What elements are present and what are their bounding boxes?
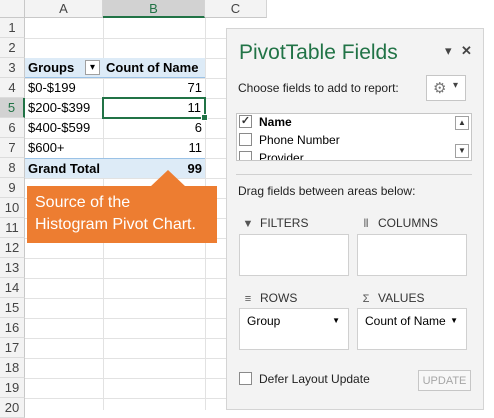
gridline: [25, 278, 230, 279]
rows-area-label: ≡ ROWS: [241, 291, 298, 305]
columns-drop-area[interactable]: [357, 234, 467, 276]
field-item-name[interactable]: ✓ Name: [239, 114, 292, 131]
defer-layout-label: Defer Layout Update: [259, 372, 370, 386]
row-header[interactable]: 4: [0, 78, 25, 98]
filters-area-label: ▼ FILTERS: [241, 216, 309, 230]
gridline: [25, 338, 230, 339]
row-header[interactable]: 14: [0, 278, 25, 298]
rows-drop-area[interactable]: Group ▼: [239, 308, 349, 350]
field-list: ✓ Name Phone Number Provider ▲ ▼: [236, 113, 472, 161]
scroll-up-icon[interactable]: ▲: [455, 116, 469, 130]
filter-icon: ▼: [242, 218, 254, 230]
row-header[interactable]: 5: [0, 98, 25, 118]
rows-label-text: ROWS: [260, 291, 298, 305]
row-header[interactable]: 12: [0, 238, 25, 258]
grand-total-label[interactable]: Grand Total: [25, 158, 103, 178]
pivot-row-label[interactable]: $0-$199: [25, 78, 103, 98]
values-drop-area[interactable]: Count of Name ▼: [357, 308, 467, 350]
columns-area-label: ⦀ COLUMNS: [359, 216, 438, 231]
field-item-provider[interactable]: Provider: [239, 149, 304, 161]
pivot-header-count[interactable]: Count of Name: [103, 58, 205, 78]
pivot-row-label[interactable]: $400-$599: [25, 118, 103, 138]
pane-options-dropdown-icon[interactable]: ▾: [445, 43, 452, 59]
pivot-row-value[interactable]: 6: [103, 118, 205, 138]
column-header-a[interactable]: A: [25, 0, 103, 18]
pivot-header-groups-label: Groups: [28, 60, 75, 75]
update-button[interactable]: UPDATE: [418, 370, 471, 391]
field-label: Name: [259, 115, 292, 129]
sigma-icon: Σ: [362, 293, 370, 305]
column-header-b[interactable]: B: [103, 0, 205, 18]
callout-arrow: [150, 170, 186, 187]
defer-layout-checkbox[interactable]: [239, 372, 252, 386]
row-header[interactable]: 10: [0, 198, 25, 218]
choose-fields-label: Choose fields to add to report:: [238, 81, 399, 95]
row-header[interactable]: 2: [0, 38, 25, 58]
row-header[interactable]: 19: [0, 378, 25, 398]
pivot-row-value[interactable]: 71: [103, 78, 205, 98]
drag-fields-label: Drag fields between areas below:: [238, 184, 416, 198]
pane-divider: [236, 174, 472, 175]
field-checkbox-checked[interactable]: ✓: [239, 115, 252, 129]
gridline: [25, 398, 230, 399]
field-list-settings-button[interactable]: ⚙ ▾: [426, 75, 466, 101]
row-labels-filter-button[interactable]: ▾: [85, 60, 100, 75]
filters-label-text: FILTERS: [260, 216, 309, 230]
values-field-label: Count of Name: [365, 314, 446, 328]
row-header[interactable]: 1: [0, 18, 25, 38]
row-header[interactable]: 18: [0, 358, 25, 378]
chevron-down-icon[interactable]: ▼: [450, 311, 458, 331]
row-header[interactable]: 11: [0, 218, 25, 238]
filters-drop-area[interactable]: [239, 234, 349, 276]
row-header[interactable]: 17: [0, 338, 25, 358]
pivot-row-label[interactable]: $600+: [25, 138, 103, 158]
row-header[interactable]: 6: [0, 118, 25, 138]
gridline: [25, 178, 230, 179]
dropdown-arrow-icon: ▾: [89, 62, 96, 73]
pivot-row-label[interactable]: $200-$399: [25, 98, 103, 118]
callout-line-1: Source of the: [35, 194, 131, 211]
row-header[interactable]: 16: [0, 318, 25, 338]
row-header[interactable]: 9: [0, 178, 25, 198]
row-header[interactable]: 8: [0, 158, 25, 178]
gridline: [25, 318, 230, 319]
gridline: [25, 358, 230, 359]
rows-field-group[interactable]: Group ▼: [242, 311, 346, 331]
field-label: Provider: [259, 151, 304, 161]
annotation-callout: Source of the Histogram Pivot Chart.: [27, 186, 217, 243]
values-label-text: VALUES: [378, 291, 425, 305]
row-header[interactable]: 15: [0, 298, 25, 318]
columns-icon: ⦀: [363, 218, 369, 230]
scroll-down-icon[interactable]: ▼: [455, 144, 469, 158]
pivot-row-value[interactable]: 11: [103, 138, 205, 158]
gridline: [25, 298, 230, 299]
active-cell[interactable]: 11: [102, 97, 206, 119]
field-item-phone-number[interactable]: Phone Number: [239, 131, 340, 149]
row-header[interactable]: 3: [0, 58, 25, 78]
chevron-down-icon[interactable]: ▼: [332, 311, 340, 331]
rows-field-label: Group: [247, 314, 281, 328]
chevron-down-icon: ▾: [453, 80, 459, 91]
row-header[interactable]: 7: [0, 138, 25, 158]
column-header-c[interactable]: C: [205, 0, 267, 18]
columns-label-text: COLUMNS: [378, 216, 439, 230]
values-field-count-of-name[interactable]: Count of Name ▼: [360, 311, 464, 331]
gridline: [25, 258, 230, 259]
values-area-label: Σ VALUES: [359, 291, 425, 305]
callout-line-2: Histogram Pivot Chart.: [35, 216, 196, 233]
row-header[interactable]: 13: [0, 258, 25, 278]
row-header[interactable]: 20: [0, 398, 25, 418]
pane-title: PivotTable Fields: [239, 41, 398, 64]
gridline: [25, 38, 230, 39]
pivottable-fields-pane: PivotTable Fields ▾ ✕ Choose fields to a…: [226, 28, 484, 410]
field-label: Phone Number: [259, 133, 340, 147]
gridline: [25, 378, 230, 379]
field-checkbox[interactable]: [239, 151, 252, 160]
select-all-corner[interactable]: [0, 0, 25, 18]
gear-icon: ⚙: [433, 80, 447, 97]
defer-layout-update[interactable]: Defer Layout Update: [239, 372, 370, 386]
rows-icon: ≡: [244, 293, 252, 305]
field-checkbox[interactable]: [239, 133, 252, 147]
close-icon[interactable]: ✕: [461, 43, 472, 59]
